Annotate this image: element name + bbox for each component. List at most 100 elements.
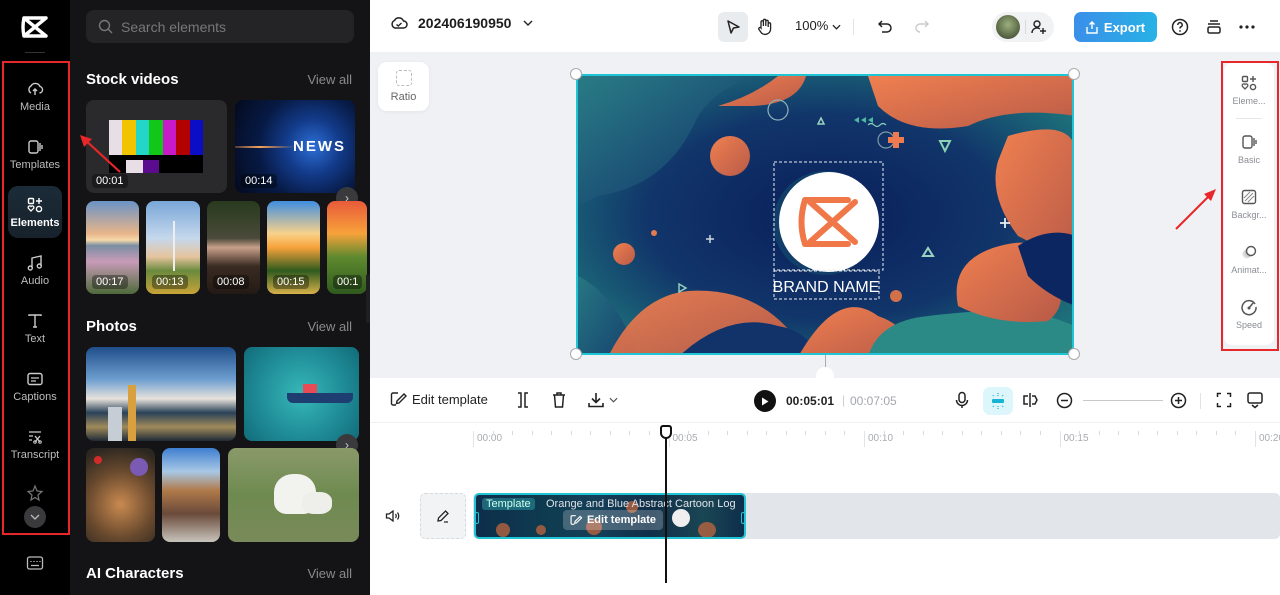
resize-handle-bottom-right[interactable] xyxy=(1068,348,1080,360)
mute-track-button[interactable] xyxy=(385,509,401,523)
user-avatar[interactable] xyxy=(996,15,1020,39)
record-voiceover-button[interactable] xyxy=(955,391,969,409)
ruler-minor-tick xyxy=(961,431,963,435)
rail-item-audio[interactable]: Audio xyxy=(8,244,62,296)
video-duration: 00:14 xyxy=(241,174,277,188)
zoom-level-dropdown[interactable]: 100% xyxy=(795,18,841,33)
split-audio-button[interactable] xyxy=(1021,392,1039,408)
stock-video-portrait[interactable]: 00:1 xyxy=(327,201,367,294)
add-collaborator-icon[interactable] xyxy=(1031,19,1047,35)
stock-video-portrait[interactable]: 00:15 xyxy=(267,201,320,294)
search-input[interactable]: Search elements xyxy=(86,10,354,43)
split-button[interactable] xyxy=(515,391,531,409)
resize-handle-top-right[interactable] xyxy=(1068,68,1080,80)
split-audio-icon xyxy=(1023,393,1038,407)
rail-item-transcript[interactable]: Transcript xyxy=(8,418,62,470)
music-note-icon xyxy=(27,254,43,271)
layers-button[interactable] xyxy=(1199,12,1229,42)
edit-template-button[interactable]: Edit template xyxy=(390,391,488,407)
rail-item-elements[interactable]: Elements xyxy=(8,186,62,238)
export-label: Export xyxy=(1103,19,1146,35)
stock-video-news[interactable]: NEWS 00:14 xyxy=(235,100,355,193)
captions-icon xyxy=(27,372,43,385)
play-button[interactable] xyxy=(754,390,776,412)
rail-item-media[interactable]: Media xyxy=(8,70,62,122)
templates-icon xyxy=(28,139,43,154)
zoom-in-button[interactable] xyxy=(1170,392,1187,409)
ai-characters-view-all-link[interactable]: View all xyxy=(307,566,352,581)
text-icon xyxy=(28,313,42,328)
photo-tacos[interactable] xyxy=(86,448,155,542)
photo-street[interactable] xyxy=(162,448,220,542)
ruler-minor-tick xyxy=(785,431,787,435)
ruler-minor-tick xyxy=(1215,431,1217,435)
expand-more-button[interactable] xyxy=(24,506,46,528)
ruler-minor-tick xyxy=(805,431,807,435)
hand-tool-button[interactable] xyxy=(750,12,780,42)
timeline-zoom-slider[interactable] xyxy=(1083,400,1163,401)
delete-button[interactable] xyxy=(551,391,567,409)
annotation-arrow xyxy=(80,135,121,173)
playhead-handle[interactable] xyxy=(660,425,672,439)
ruler-minor-tick xyxy=(590,431,592,435)
ruler-minor-tick xyxy=(570,431,572,435)
select-tool-button[interactable] xyxy=(718,12,748,42)
brand-name-text[interactable]: BRAND NAME xyxy=(773,279,880,296)
rail-item-templates[interactable]: Templates xyxy=(8,128,62,180)
playhead[interactable] xyxy=(665,435,667,583)
capcut-logo-icon[interactable] xyxy=(20,14,50,40)
clip-trim-handle-right[interactable] xyxy=(741,512,744,524)
preview-mode-button[interactable] xyxy=(1246,391,1264,409)
chevron-down-icon xyxy=(523,20,533,26)
keyboard-shortcuts-icon[interactable] xyxy=(26,555,44,571)
stock-video-portrait[interactable]: 00:13 xyxy=(146,201,200,294)
section-title-ai-characters: AI Characters xyxy=(86,565,184,582)
ruler-label: 00:00 xyxy=(477,433,503,444)
minus-circle-icon xyxy=(1056,392,1073,409)
timeline: 00:00 00:05 00:10 00:15 00:20 Template Orang… xyxy=(370,423,1280,595)
ratio-button[interactable]: Ratio xyxy=(378,62,429,111)
redo-icon xyxy=(915,20,930,33)
photo-puppy[interactable] xyxy=(228,448,359,542)
photo-boat[interactable] xyxy=(244,347,359,441)
clip-edit-template-button[interactable]: Edit template xyxy=(563,510,663,530)
cloud-upload-icon xyxy=(28,82,44,95)
photo-city-skyline[interactable] xyxy=(86,347,236,441)
hand-icon xyxy=(758,18,772,35)
ruler-minor-tick xyxy=(883,431,885,435)
clip-edit-template-label: Edit template xyxy=(586,514,657,526)
template-clip[interactable]: Template Orange and Blue Abstract Cartoo… xyxy=(474,493,746,539)
ruler-minor-tick xyxy=(1157,431,1159,435)
plus-circle-icon xyxy=(1170,392,1187,409)
ruler-label: 00:15 xyxy=(1063,433,1089,444)
trash-icon xyxy=(553,392,565,408)
fit-timeline-button[interactable] xyxy=(1216,392,1232,408)
top-bar: 202406190950 100% Export xyxy=(370,0,1280,53)
stock-video-portrait[interactable]: 00:08 xyxy=(207,201,260,294)
video-preview[interactable]: BRAND NAME xyxy=(576,74,1074,355)
ruler-label: 00:05 xyxy=(672,433,698,444)
export-button[interactable]: Export xyxy=(1074,12,1157,42)
aspect-ratio-icon xyxy=(395,70,412,86)
clip-trim-handle-left[interactable] xyxy=(476,512,479,524)
export-icon xyxy=(1086,20,1098,34)
left-rail: Media Templates Elements Audio Text Capt… xyxy=(0,0,70,595)
redo-button[interactable] xyxy=(907,12,937,42)
stock-video-portrait[interactable]: 00:17 xyxy=(86,201,139,294)
project-name-dropdown[interactable]: 202406190950 xyxy=(390,15,543,31)
download-dropdown-button[interactable] xyxy=(587,391,618,409)
auto-snap-toggle[interactable] xyxy=(983,387,1013,415)
magic-tools-icon[interactable] xyxy=(26,484,44,502)
photos-view-all-link[interactable]: View all xyxy=(307,319,352,334)
more-options-button[interactable] xyxy=(1232,12,1262,42)
resize-handle-bottom-left[interactable] xyxy=(570,348,582,360)
timeline-toolbar: Edit template 00:05:01 | 00:07:05 xyxy=(370,378,1280,423)
zoom-out-button[interactable] xyxy=(1056,392,1073,409)
help-button[interactable] xyxy=(1165,12,1195,42)
rail-item-captions[interactable]: Captions xyxy=(8,360,62,412)
undo-button[interactable] xyxy=(870,12,900,42)
stock-videos-view-all-link[interactable]: View all xyxy=(307,72,352,87)
resize-handle-top-left[interactable] xyxy=(570,68,582,80)
rail-item-text[interactable]: Text xyxy=(8,302,62,354)
edit-cover-button[interactable] xyxy=(420,493,466,539)
